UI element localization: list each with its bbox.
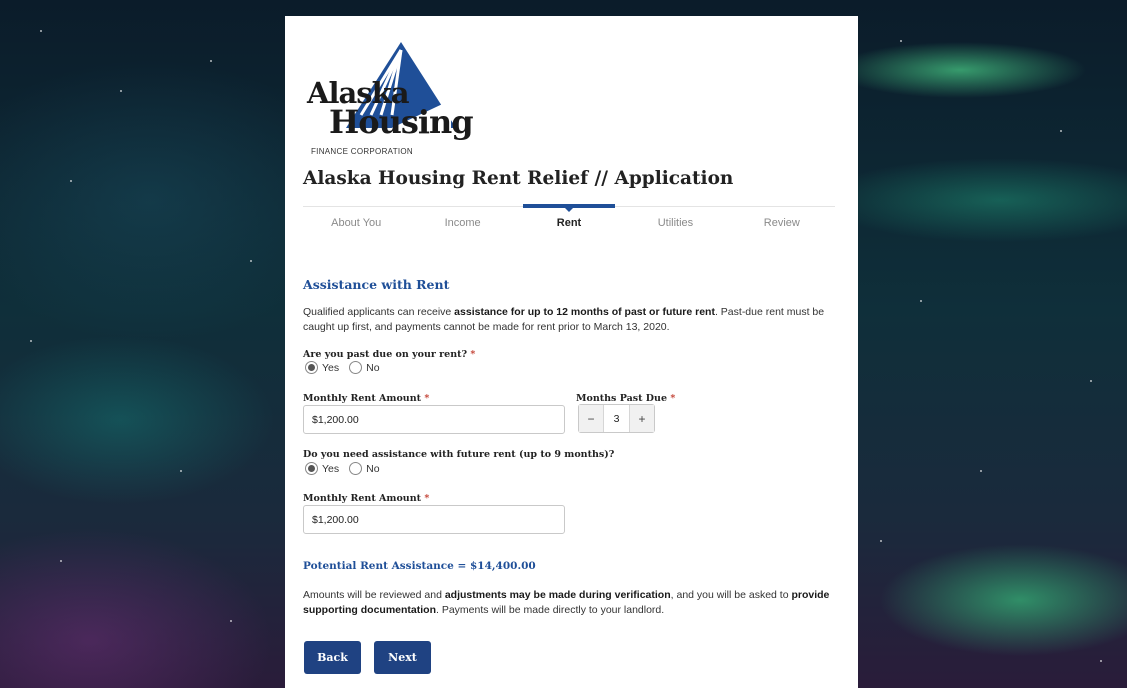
- monthly-rent-input[interactable]: $1,200.00: [303, 405, 565, 434]
- star: [60, 560, 62, 562]
- star: [70, 180, 72, 182]
- past-due-yes-radio[interactable]: [305, 361, 318, 374]
- star: [40, 30, 42, 32]
- future-rent-question: Do you need assistance with future rent …: [303, 449, 615, 460]
- page-title: Alaska Housing Rent Relief // Applicatio…: [303, 168, 734, 189]
- next-button[interactable]: Next: [374, 641, 431, 674]
- note-text-2: , and you will be asked to: [670, 589, 792, 601]
- required-marker: *: [424, 493, 430, 504]
- star: [1090, 380, 1092, 382]
- future-monthly-rent-label-text: Monthly Rent Amount: [303, 493, 421, 504]
- potential-assistance-total: Potential Rent Assistance = $14,400.00: [303, 560, 536, 572]
- application-card: Alaska Housing FINANCE CORPORATION Alask…: [285, 16, 858, 688]
- past-due-radio-group: Yes No: [305, 361, 380, 374]
- monthly-rent-label: Monthly Rent Amount *: [303, 393, 429, 404]
- past-due-no-label[interactable]: No: [366, 362, 379, 374]
- required-marker: *: [470, 349, 476, 360]
- star: [900, 40, 902, 42]
- past-due-question-text: Are you past due on your rent?: [303, 349, 468, 360]
- past-due-question-label: Are you past due on your rent? *: [303, 349, 475, 360]
- alaska-housing-logo: Alaska Housing FINANCE CORPORATION: [306, 40, 474, 156]
- intro-text-start: Qualified applicants can receive: [303, 306, 455, 318]
- star: [30, 340, 32, 342]
- section-title: Assistance with Rent: [303, 277, 450, 292]
- star: [180, 470, 182, 472]
- star: [1100, 660, 1102, 662]
- future-rent-no-radio[interactable]: [349, 462, 363, 475]
- required-marker: *: [424, 393, 430, 404]
- monthly-rent-label-text: Monthly Rent Amount: [303, 393, 421, 404]
- months-past-due-value[interactable]: 3: [604, 413, 629, 425]
- future-rent-no-label[interactable]: No: [366, 463, 379, 475]
- tab-review[interactable]: Review: [729, 207, 835, 234]
- star: [250, 260, 252, 262]
- future-monthly-rent-input[interactable]: $1,200.00: [303, 505, 565, 534]
- logo-subtitle: FINANCE CORPORATION: [311, 147, 414, 156]
- verification-note: Amounts will be reviewed and adjustments…: [303, 588, 838, 618]
- tab-about-you[interactable]: About You: [303, 207, 409, 234]
- required-marker: *: [670, 393, 676, 404]
- back-button[interactable]: Back: [304, 641, 361, 674]
- step-tabs: About You Income Rent Utilities Review: [303, 204, 835, 234]
- past-due-no-radio[interactable]: [349, 361, 363, 374]
- tab-income[interactable]: Income: [409, 207, 515, 234]
- tab-rent[interactable]: Rent: [516, 204, 622, 234]
- star: [120, 90, 122, 92]
- star: [920, 300, 922, 302]
- past-due-yes-label[interactable]: Yes: [322, 362, 339, 374]
- intro-paragraph: Qualified applicants can receive assista…: [303, 305, 838, 335]
- note-bold-1: adjustments may be made during verificat…: [444, 589, 671, 601]
- months-past-due-label-text: Months Past Due: [576, 393, 667, 404]
- star: [230, 620, 232, 622]
- intro-text-bold: assistance for up to 12 months of past o…: [454, 306, 715, 318]
- months-past-due-stepper: − 3 +: [578, 404, 655, 433]
- months-past-due-label: Months Past Due *: [576, 393, 675, 404]
- logo-text-housing: Housing: [329, 103, 474, 141]
- future-monthly-rent-label: Monthly Rent Amount *: [303, 493, 429, 504]
- decrement-button[interactable]: −: [579, 405, 604, 432]
- future-rent-radio-group: Yes No: [305, 462, 380, 475]
- star: [1060, 130, 1062, 132]
- note-text-1: Amounts will be reviewed and: [303, 589, 445, 601]
- star: [880, 540, 882, 542]
- tab-utilities[interactable]: Utilities: [622, 207, 728, 234]
- future-rent-yes-radio[interactable]: [305, 462, 318, 475]
- future-rent-yes-label[interactable]: Yes: [322, 463, 339, 475]
- star: [210, 60, 212, 62]
- note-text-3: . Payments will be made directly to your…: [436, 604, 665, 616]
- increment-button[interactable]: +: [629, 405, 654, 432]
- star: [980, 470, 982, 472]
